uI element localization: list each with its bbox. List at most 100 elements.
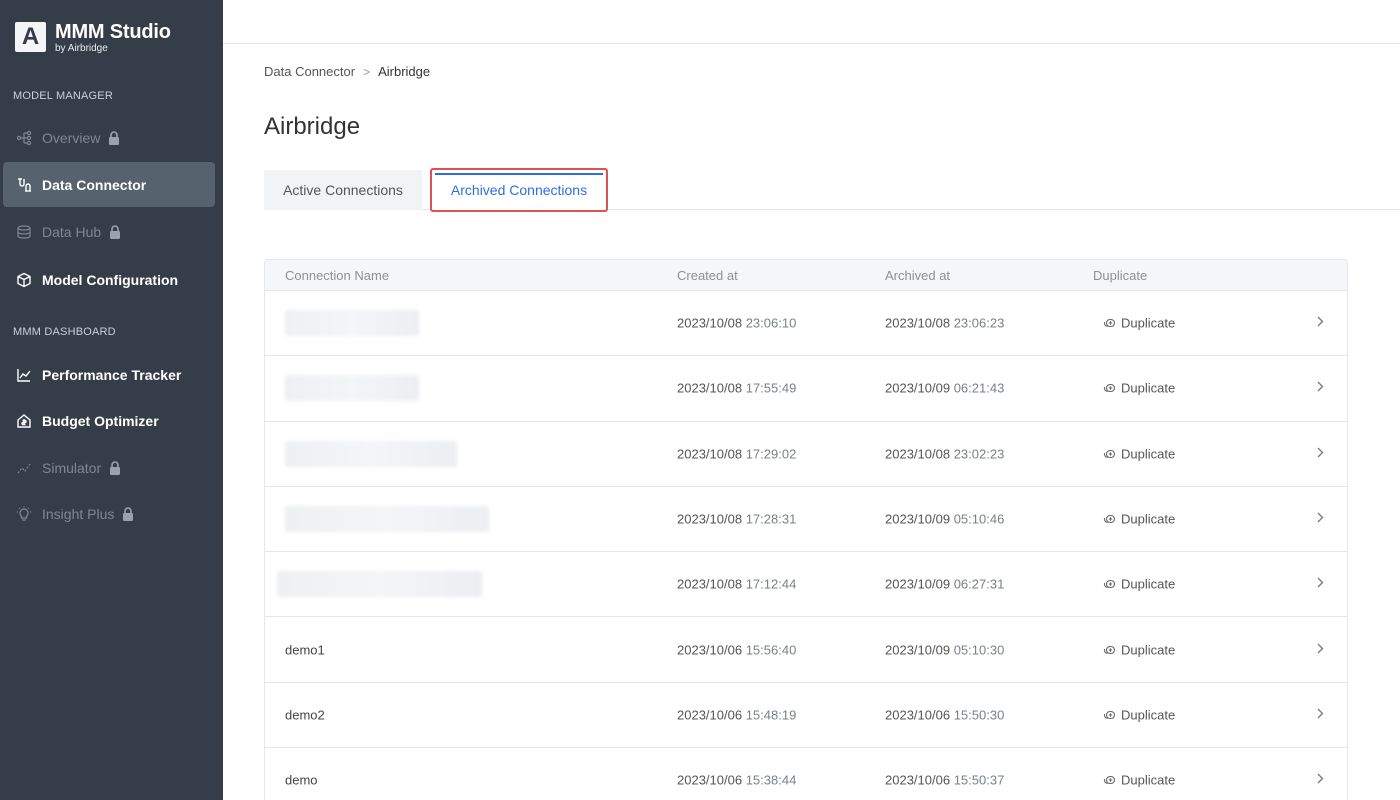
duplicate-button[interactable]: Duplicate — [1103, 707, 1175, 722]
breadcrumb-separator: > — [363, 64, 371, 79]
duplicate-button[interactable]: Duplicate — [1103, 446, 1175, 461]
archived-time: 05:10:30 — [953, 642, 1005, 658]
sidebar: A MMM Studio by Airbridge MODEL MANAGER … — [0, 0, 223, 800]
duplicate-button[interactable]: Duplicate — [1103, 577, 1175, 592]
archived-at: 2023/10/06 15:50:37 — [885, 773, 1004, 788]
column-header-duplicate: Duplicate — [1093, 268, 1148, 283]
created-date: 2023/10/06 — [677, 707, 743, 723]
sidebar-item-label: Data Hub — [42, 223, 102, 240]
archived-time: 23:02:23 — [953, 446, 1005, 462]
sidebar-item-performance-tracker[interactable]: Performance Tracker — [3, 352, 215, 397]
lock-icon — [109, 224, 121, 239]
breadcrumb-parent[interactable]: Data Connector — [264, 64, 355, 79]
column-header-connection-name: Connection Name — [285, 268, 390, 283]
created-time: 17:55:49 — [745, 380, 797, 396]
duplicate-icon — [1103, 774, 1116, 787]
connector-icon — [16, 177, 32, 193]
created-date: 2023/10/06 — [677, 772, 743, 788]
app-logo[interactable]: A MMM Studio by Airbridge — [15, 22, 171, 54]
sidebar-item-simulator[interactable]: Simulator — [3, 445, 215, 490]
created-at: 2023/10/08 17:29:02 — [677, 446, 796, 461]
lock-icon — [109, 460, 121, 475]
archived-time: 05:10:46 — [953, 511, 1005, 527]
column-header-archived-at: Archived at — [885, 268, 951, 283]
cube-icon — [16, 272, 32, 288]
trend-icon — [16, 367, 32, 383]
sidebar-item-label: Performance Tracker — [42, 366, 182, 383]
duplicate-label: Duplicate — [1121, 772, 1176, 788]
created-date: 2023/10/08 — [677, 576, 743, 592]
table-row[interactable]: 2023/10/08 17:29:02 2023/10/08 23:02:23 Du… — [265, 422, 1347, 487]
table-row[interactable]: demo1 2023/10/06 15:56:40 2023/10/09 05:10… — [265, 617, 1347, 683]
redacted-connection-name — [285, 440, 457, 467]
created-at: 2023/10/08 17:55:49 — [677, 381, 796, 396]
created-time: 17:29:02 — [745, 446, 797, 462]
redacted-connection-name — [285, 310, 419, 337]
budget-icon — [16, 413, 32, 429]
chevron-right-icon[interactable] — [1315, 381, 1325, 396]
archived-date: 2023/10/09 — [885, 380, 951, 396]
section-label-mmm-dashboard: MMM DASHBOARD — [13, 326, 116, 338]
chevron-right-icon[interactable] — [1315, 707, 1325, 722]
table-row[interactable]: 2023/10/08 17:28:31 2023/10/09 05:10:46 Du… — [265, 487, 1347, 553]
archived-date: 2023/10/09 — [885, 576, 951, 592]
archived-time: 23:06:23 — [953, 315, 1005, 331]
sidebar-item-insight-plus[interactable]: Insight Plus — [3, 491, 215, 536]
chevron-right-icon[interactable] — [1315, 577, 1325, 592]
archived-date: 2023/10/09 — [885, 511, 951, 527]
duplicate-button[interactable]: Duplicate — [1103, 316, 1175, 331]
page-title: Airbridge — [264, 113, 361, 140]
table-header: Connection Name Created at Archived at D… — [265, 260, 1347, 291]
chevron-right-icon[interactable] — [1315, 773, 1325, 788]
duplicate-button[interactable]: Duplicate — [1103, 773, 1175, 788]
archived-connections-table: Connection Name Created at Archived at D… — [264, 259, 1348, 800]
sidebar-item-data-hub[interactable]: Data Hub — [3, 209, 215, 254]
chevron-right-icon[interactable] — [1315, 446, 1325, 461]
archived-date: 2023/10/06 — [885, 707, 951, 723]
table-row[interactable]: 2023/10/08 17:12:44 2023/10/09 06:27:31 Du… — [265, 552, 1347, 618]
duplicate-button[interactable]: Duplicate — [1103, 642, 1175, 657]
duplicate-button[interactable]: Duplicate — [1103, 512, 1175, 527]
archived-at: 2023/10/09 06:27:31 — [885, 577, 1004, 592]
lock-icon — [122, 506, 134, 521]
duplicate-icon — [1103, 447, 1116, 460]
created-date: 2023/10/08 — [677, 380, 743, 396]
duplicate-button[interactable]: Duplicate — [1103, 381, 1175, 396]
sidebar-item-label: Overview — [42, 129, 101, 146]
tab-active-connections[interactable]: Active Connections — [264, 170, 422, 210]
sidebar-item-label: Budget Optimizer — [42, 412, 159, 429]
archived-date: 2023/10/09 — [885, 642, 951, 658]
created-at: 2023/10/08 17:12:44 — [677, 577, 796, 592]
sidebar-item-overview[interactable]: Overview — [3, 115, 215, 160]
sidebar-item-label: Data Connector — [42, 176, 147, 193]
tab-archived-connections[interactable]: Archived Connections — [430, 168, 608, 212]
duplicate-label: Duplicate — [1121, 315, 1176, 331]
column-header-created-at: Created at — [677, 268, 738, 283]
created-at: 2023/10/06 15:48:19 — [677, 707, 796, 722]
duplicate-label: Duplicate — [1121, 707, 1176, 723]
app-title: MMM Studio — [55, 21, 171, 43]
created-time: 23:06:10 — [745, 315, 797, 331]
table-row[interactable]: 2023/10/08 23:06:10 2023/10/08 23:06:23 Du… — [265, 291, 1347, 357]
duplicate-icon — [1103, 382, 1116, 395]
created-date: 2023/10/06 — [677, 642, 743, 658]
connection-name: demo2 — [285, 707, 325, 723]
table-row[interactable]: 2023/10/08 17:55:49 2023/10/09 06:21:43 Du… — [265, 356, 1347, 422]
table-row[interactable]: demo 2023/10/06 15:38:44 2023/10/06 15:50:… — [265, 748, 1347, 800]
simulator-icon — [16, 460, 32, 476]
created-date: 2023/10/08 — [677, 511, 743, 527]
sidebar-item-data-connector[interactable]: Data Connector — [3, 162, 215, 207]
sidebar-item-label: Simulator — [42, 459, 102, 476]
archived-time: 15:50:30 — [953, 707, 1005, 723]
archived-at: 2023/10/09 06:21:43 — [885, 381, 1004, 396]
table-row[interactable]: demo2 2023/10/06 15:48:19 2023/10/06 15:50… — [265, 683, 1347, 749]
chevron-right-icon[interactable] — [1315, 642, 1325, 657]
redacted-connection-name — [285, 375, 419, 402]
chevron-right-icon[interactable] — [1315, 316, 1325, 331]
sidebar-item-model-configuration[interactable]: Model Configuration — [3, 257, 215, 302]
created-date: 2023/10/08 — [677, 446, 743, 462]
archived-at: 2023/10/09 05:10:46 — [885, 512, 1004, 527]
chevron-right-icon[interactable] — [1315, 512, 1325, 527]
sidebar-item-budget-optimizer[interactable]: Budget Optimizer — [3, 398, 215, 443]
duplicate-label: Duplicate — [1121, 380, 1176, 396]
